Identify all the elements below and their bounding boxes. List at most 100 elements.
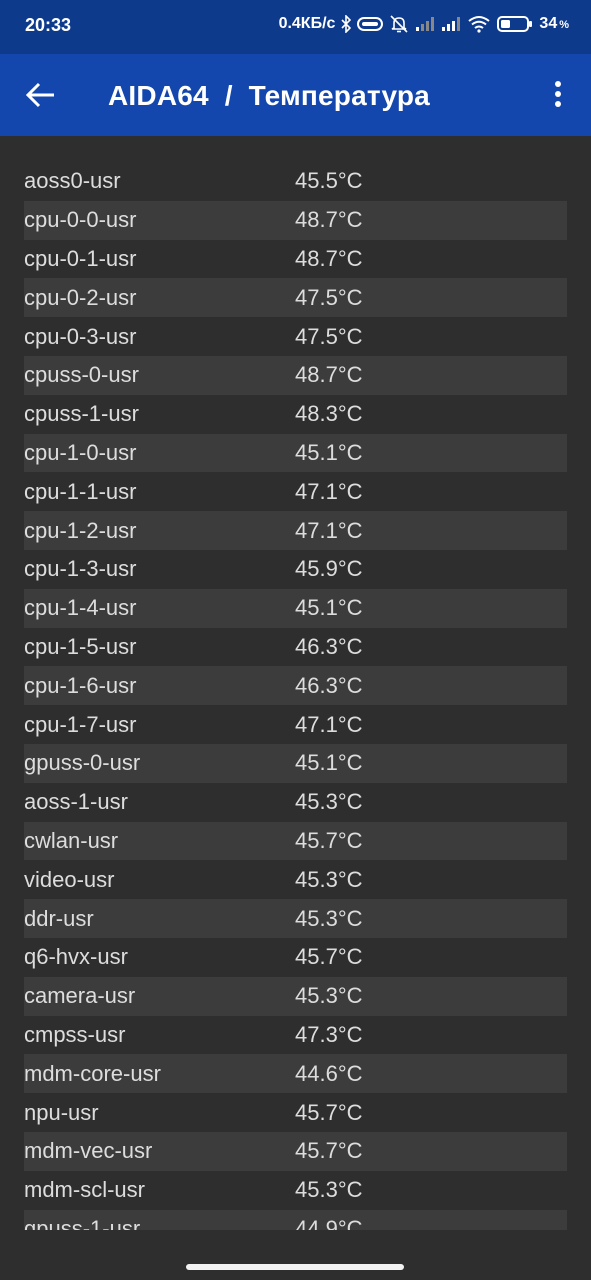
sensor-value: 45.7°C [295,1099,363,1125]
sensor-name: cpu-0-1-usr [24,245,137,271]
sensor-row: npu-usr 45.7°C [24,1093,567,1132]
back-button[interactable] [22,78,62,112]
sensor-value: 48.3°C [295,401,363,427]
sensor-name: gpuss-1-usr [24,1215,141,1230]
sensor-value: 45.3°C [295,789,363,815]
sensor-name: mdm-vec-usr [24,1138,153,1164]
arrow-left-icon [25,82,54,108]
sensor-row: cpu-1-1-usr 47.1°C [24,472,567,511]
sensor-row: cpu-1-5-usr 46.3°C [24,628,567,667]
sensor-value: 45.7°C [295,944,363,970]
sensor-row: mdm-core-usr 44.6°C [24,1054,567,1094]
sensor-row: aoss-1-usr 45.3°C [24,783,567,822]
sensor-name: camera-usr [24,983,136,1009]
sensor-value: 48.7°C [295,245,363,271]
sensor-name: cpu-1-7-usr [24,711,137,737]
sensor-name: npu-usr [24,1099,99,1125]
sensor-value: 47.1°C [295,517,363,543]
sensor-row: cpu-1-6-usr 46.3°C [24,666,567,706]
battery-percent: 34 [539,15,558,32]
sensor-row: cpu-1-3-usr 45.9°C [24,550,567,589]
network-speed: 0.4КБ/с [278,15,336,32]
sensor-row: ddr-usr 45.3°C [24,899,567,938]
sensor-row: cpuss-0-usr 48.7°C [24,355,567,395]
sensor-value: 45.1°C [295,439,363,465]
sensor-row: gpuss-1-usr 44.9°C [24,1209,567,1230]
sensor-value: 47.3°C [295,1021,363,1047]
sensor-row: mdm-scl-usr 45.3°C [24,1171,567,1210]
signal-icon [415,16,435,32]
silent-icon [389,14,409,34]
status-time: 20:33 [25,15,72,35]
sensor-name: mdm-core-usr [24,1060,161,1086]
sensor-value: 46.3°C [295,672,363,698]
status-icons: 0.4КБ/с 34% [279,14,569,34]
signal-icon [441,16,461,32]
sensor-value: 47.5°C [295,284,363,310]
sensor-row: mdm-vec-usr 45.7°C [24,1131,567,1171]
sensor-value: 45.1°C [295,750,363,776]
sensor-list[interactable]: aoss0-usr 45.5°C cpu-0-0-usr 48.7°C cpu-0-1-… [24,162,567,1230]
sensor-row: cpu-0-3-usr 47.5°C [24,317,567,356]
sensor-row: camera-usr 45.3°C [24,976,567,1016]
sensor-value: 45.3°C [295,905,363,931]
sensor-name: mdm-scl-usr [24,1177,145,1203]
sensor-row: cpu-1-7-usr 47.1°C [24,705,567,744]
sensor-row: cpu-1-0-usr 45.1°C [24,433,567,473]
sensor-value: 45.3°C [295,983,363,1009]
sensor-name: ddr-usr [24,905,94,931]
sensor-name: cmpss-usr [24,1021,126,1047]
sensor-value: 47.5°C [295,323,363,349]
sensor-row: q6-hvx-usr 45.7°C [24,938,567,977]
sensor-name: cpu-1-6-usr [24,672,137,698]
gesture-nav-bar[interactable] [186,1264,404,1270]
sensor-name: cpu-0-0-usr [24,207,137,233]
sensor-row: cmpss-usr 47.3°C [24,1016,567,1055]
sensor-value: 48.7°C [295,207,363,233]
sensor-row: cpu-0-1-usr 48.7°C [24,240,567,279]
overflow-menu-button[interactable] [543,78,573,112]
sensor-name: cpu-1-3-usr [24,556,137,582]
sensor-row: gpuss-0-usr 45.1°C [24,743,567,783]
sensor-name: cpu-1-2-usr [24,517,137,543]
sensor-value: 48.7°C [295,362,363,388]
sensor-name: cpu-1-5-usr [24,633,137,659]
sensor-name: cpuss-1-usr [24,401,139,427]
sensor-name: aoss-1-usr [24,789,128,815]
sensor-value: 45.5°C [295,168,363,194]
sensor-name: cpu-1-1-usr [24,478,137,504]
sensor-value: 45.9°C [295,556,363,582]
sensor-value: 45.1°C [295,595,363,621]
sensor-value: 45.7°C [295,1138,363,1164]
status-bar: 20:33 0.4КБ/с 34% [0,0,591,54]
vpn-icon [357,16,384,32]
sensor-value: 45.7°C [295,827,363,853]
sensor-name: cpuss-0-usr [24,362,139,388]
sensor-value: 45.3°C [295,866,363,892]
sensor-value: 44.6°C [295,1060,363,1086]
sensor-value: 47.1°C [295,478,363,504]
page-title: AIDA64 / Температура [108,80,430,111]
sensor-row: cpu-1-4-usr 45.1°C [24,588,567,628]
sensor-name: video-usr [24,866,115,892]
sensor-name: cwlan-usr [24,827,119,853]
sensor-row: cwlan-usr 45.7°C [24,821,567,861]
sensor-row: video-usr 45.3°C [24,860,567,899]
sensor-value: 46.3°C [295,633,363,659]
sensor-row: cpuss-1-usr 48.3°C [24,395,567,434]
battery-icon [497,15,533,33]
sensor-name: q6-hvx-usr [24,944,128,970]
sensor-name: aoss0-usr [24,168,121,194]
sensor-row: cpu-0-2-usr 47.5°C [24,278,567,318]
sensor-name: cpu-0-2-usr [24,284,137,310]
sensor-name: cpu-1-0-usr [24,439,137,465]
sensor-value: 47.1°C [295,711,363,737]
sensor-row: cpu-0-0-usr 48.7°C [24,200,567,240]
sensor-value: 44.9°C [295,1215,363,1230]
more-vert-icon [555,81,561,107]
battery-unit: % [559,19,569,31]
sensor-name: cpu-0-3-usr [24,323,137,349]
sensor-name: cpu-1-4-usr [24,595,137,621]
sensor-value: 45.3°C [295,1177,363,1203]
sensor-row: cpu-1-2-usr 47.1°C [24,511,567,550]
